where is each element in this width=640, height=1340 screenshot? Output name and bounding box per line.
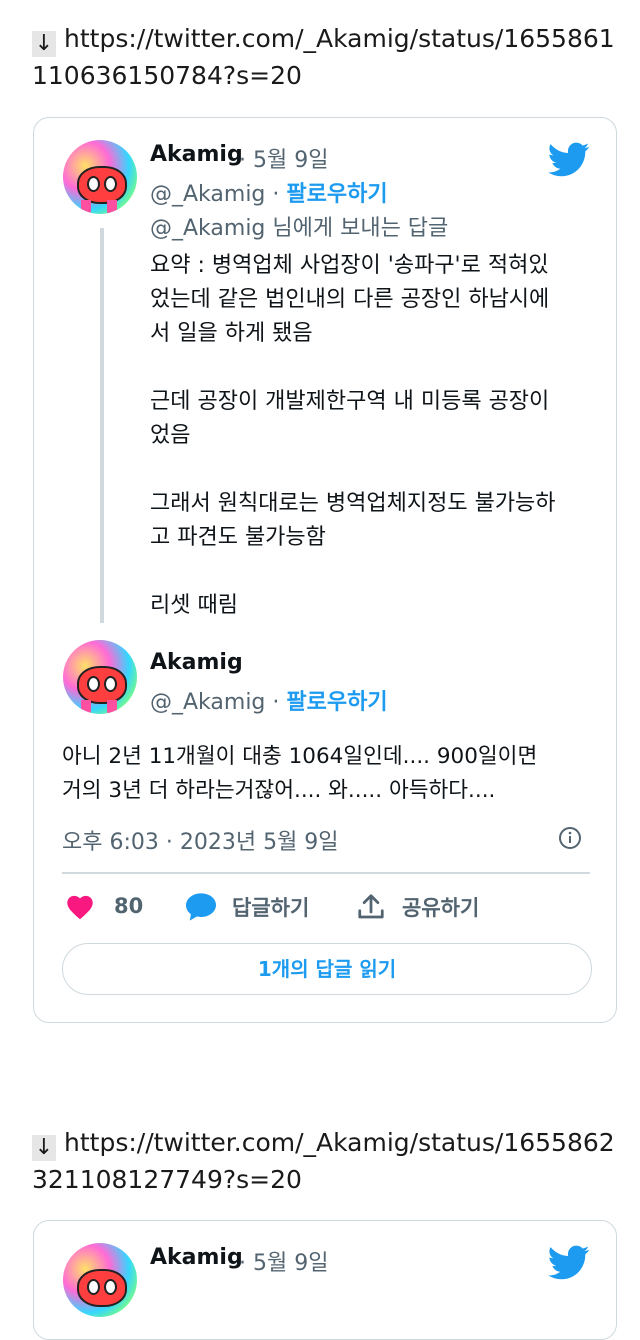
tweet-link-1[interactable]: ↓ https://twitter.com/_Akamig/status/1655… (32, 20, 622, 94)
follow-button[interactable]: 팔로우하기 (286, 182, 387, 207)
avatar[interactable] (63, 1243, 137, 1317)
tweet-date[interactable]: · 5월 9일 (239, 142, 328, 174)
author-name[interactable]: Akamig (150, 142, 243, 167)
twitter-bird-icon[interactable] (548, 1245, 590, 1281)
down-arrow-icon: ↓ (32, 31, 56, 57)
avatar[interactable] (63, 140, 137, 214)
author-handle[interactable]: @_Akamig · (150, 182, 279, 207)
down-arrow-icon: ↓ (32, 1135, 56, 1161)
tweet-body-2: 아니 2년 11개월이 대충 1064일인데.... 900일이면 거의 3년 … (62, 744, 538, 803)
like-count: 80 (114, 894, 144, 918)
reply-to-label: @_Akamig 님에게 보내는 답글 (150, 216, 449, 241)
share-icon (358, 894, 384, 919)
read-replies-button[interactable]: 1개의 답글 읽기 (62, 943, 592, 995)
avatar[interactable] (63, 640, 137, 714)
speech-bubble-icon (186, 893, 216, 921)
follow-button[interactable]: 팔로우하기 (286, 690, 387, 715)
tweet-timestamp[interactable]: 오후 6:03 · 2023년 5월 9일 (62, 824, 339, 856)
tweet-link-2-text[interactable]: https://twitter.com/_Akamig/status/16558… (32, 1128, 615, 1194)
tweet-card-1[interactable]: Akamig · 5월 9일 @_Akamig · 팔로우하기 @_Akamig… (33, 117, 617, 1023)
author-name[interactable]: Akamig (150, 1245, 243, 1270)
like-button[interactable]: 80 (64, 892, 143, 920)
divider (62, 872, 590, 874)
reply-button[interactable]: 답글하기 (184, 892, 309, 922)
twitter-bird-icon[interactable] (548, 142, 590, 178)
tweet-date[interactable]: · 5월 9일 (239, 1245, 328, 1277)
heart-icon (67, 895, 93, 920)
share-button[interactable]: 공유하기 (356, 892, 479, 922)
tweet-link-1-text[interactable]: https://twitter.com/_Akamig/status/16558… (32, 24, 615, 90)
author-handle-row: @_Akamig · 팔로우하기 (150, 176, 388, 208)
author-handle-row: @_Akamig · 팔로우하기 (150, 684, 388, 716)
info-icon[interactable] (558, 826, 582, 850)
author-name[interactable]: Akamig (150, 650, 243, 675)
tweet-link-2[interactable]: ↓ https://twitter.com/_Akamig/status/1655… (32, 1124, 622, 1198)
tweet-body-1: 요약 : 병역업체 사업장이 '송파구'로 적혀있 었는데 같은 법인내의 다른… (150, 253, 556, 618)
author-handle[interactable]: @_Akamig · (150, 690, 279, 715)
tweet-card-2[interactable]: Akamig · 5월 9일 (33, 1220, 617, 1340)
thread-connector (100, 228, 104, 623)
reply-label: 답글하기 (232, 896, 310, 920)
share-label: 공유하기 (402, 896, 480, 920)
